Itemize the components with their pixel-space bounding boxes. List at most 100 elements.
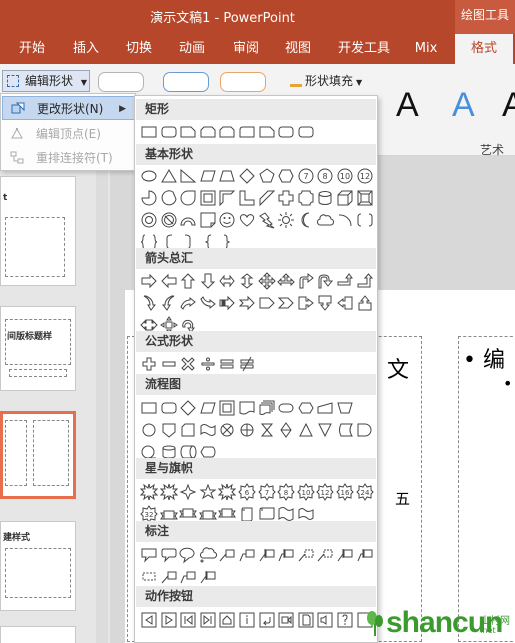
shape-option[interactable] — [356, 272, 374, 290]
shape-option[interactable] — [199, 399, 217, 417]
shape-option[interactable] — [140, 421, 158, 439]
shape-option[interactable] — [199, 611, 217, 629]
shape-option[interactable] — [316, 189, 334, 207]
shape-option[interactable] — [218, 483, 237, 501]
shape-option[interactable] — [277, 294, 295, 312]
shape-option[interactable] — [140, 211, 158, 229]
shape-option[interactable] — [316, 211, 335, 229]
shape-option[interactable] — [199, 483, 217, 501]
tab-animations[interactable]: 动画 — [166, 34, 218, 64]
shape-option[interactable] — [218, 167, 236, 185]
shape-option[interactable] — [160, 272, 178, 290]
shape-option[interactable] — [297, 421, 315, 439]
shape-option[interactable] — [140, 568, 158, 586]
shape-option[interactable] — [140, 546, 158, 564]
shape-option[interactable] — [238, 272, 256, 290]
shape-option[interactable] — [218, 355, 236, 373]
shape-option[interactable] — [316, 399, 334, 417]
tab-mix[interactable]: Mix — [402, 34, 450, 64]
shape-style-2[interactable] — [163, 72, 209, 92]
shape-fill-button[interactable]: 形状填充 ▼ — [290, 72, 362, 89]
shape-option[interactable] — [297, 546, 315, 564]
shape-option[interactable] — [199, 568, 217, 586]
shape-option[interactable] — [179, 483, 197, 501]
shape-option[interactable] — [336, 421, 354, 439]
slide-thumbnail[interactable]: t — [0, 176, 76, 286]
shape-option[interactable] — [238, 167, 256, 185]
shape-option[interactable] — [160, 421, 178, 439]
shape-option[interactable]: 6 — [238, 483, 256, 501]
shape-option[interactable] — [199, 546, 217, 564]
shape-option[interactable] — [238, 189, 256, 207]
shape-option[interactable] — [218, 189, 236, 207]
shape-option[interactable] — [160, 294, 178, 312]
shape-option[interactable] — [297, 123, 315, 141]
tab-format[interactable]: 格式 — [455, 34, 513, 64]
shape-option[interactable] — [160, 546, 178, 564]
shape-option[interactable] — [238, 421, 256, 439]
shape-option[interactable] — [297, 611, 315, 629]
shape-option[interactable] — [199, 355, 217, 373]
slide-thumbnail[interactable] — [0, 626, 76, 643]
shape-option[interactable] — [160, 211, 178, 229]
shape-option[interactable] — [218, 123, 236, 141]
shape-option[interactable] — [179, 211, 197, 229]
shape-option[interactable] — [277, 211, 295, 229]
shape-option[interactable]: 24 — [355, 483, 374, 501]
edit-shape-button[interactable]: 编辑形状 ▼ — [2, 70, 90, 92]
shape-option[interactable] — [258, 167, 276, 185]
shape-option[interactable] — [277, 399, 295, 417]
shape-option[interactable] — [238, 399, 256, 417]
shape-option[interactable] — [336, 272, 354, 290]
shape-option[interactable] — [258, 294, 276, 312]
shape-option[interactable] — [277, 272, 295, 290]
shape-option[interactable] — [258, 421, 276, 439]
shape-option[interactable] — [277, 123, 295, 141]
shape-option[interactable] — [179, 294, 197, 312]
shape-option[interactable]: 10 — [297, 483, 315, 501]
shape-option[interactable] — [356, 294, 374, 312]
shape-option[interactable] — [160, 399, 178, 417]
shape-option[interactable]: 8 — [316, 167, 334, 185]
shape-option[interactable] — [179, 355, 197, 373]
slide-thumbnail[interactable]: 间版标题样 — [0, 306, 76, 391]
shape-option[interactable] — [297, 211, 315, 229]
shape-option[interactable]: 12 — [356, 167, 374, 185]
shape-option[interactable] — [238, 294, 256, 312]
slide-thumbnail-selected[interactable] — [0, 411, 76, 499]
shape-option[interactable] — [356, 211, 374, 229]
shape-option[interactable]: 7 — [257, 483, 276, 501]
shape-option[interactable] — [297, 189, 315, 207]
shape-option[interactable] — [199, 272, 217, 290]
shape-option[interactable]: 10 — [336, 167, 354, 185]
shape-option[interactable] — [238, 211, 256, 229]
shape-option[interactable] — [336, 294, 354, 312]
shape-option[interactable] — [316, 421, 334, 439]
shape-option[interactable] — [179, 189, 197, 207]
shape-option[interactable] — [258, 399, 276, 417]
shape-option[interactable] — [179, 611, 197, 629]
shape-option[interactable] — [140, 272, 158, 290]
shape-option[interactable] — [140, 355, 158, 373]
shape-option[interactable] — [258, 546, 276, 564]
shape-option[interactable] — [140, 167, 158, 185]
shape-option[interactable] — [160, 123, 178, 141]
shape-option[interactable] — [140, 483, 158, 501]
shape-option[interactable]: 16 — [336, 483, 354, 501]
wordart-style-black[interactable]: A — [396, 86, 419, 125]
shape-option[interactable] — [179, 546, 197, 564]
shape-option[interactable] — [140, 294, 158, 312]
shape-option[interactable] — [277, 167, 295, 185]
shape-option[interactable] — [179, 167, 197, 185]
shape-option[interactable] — [356, 421, 374, 439]
shape-option[interactable] — [159, 483, 178, 501]
shape-option[interactable] — [238, 611, 256, 629]
shape-option[interactable] — [199, 167, 217, 185]
shape-style-1[interactable] — [98, 72, 144, 92]
shape-option[interactable] — [277, 189, 295, 207]
shape-option[interactable] — [199, 294, 217, 312]
shape-option[interactable] — [218, 399, 236, 417]
shape-option[interactable] — [316, 546, 334, 564]
shape-option[interactable] — [258, 189, 276, 207]
shape-option[interactable] — [140, 123, 158, 141]
